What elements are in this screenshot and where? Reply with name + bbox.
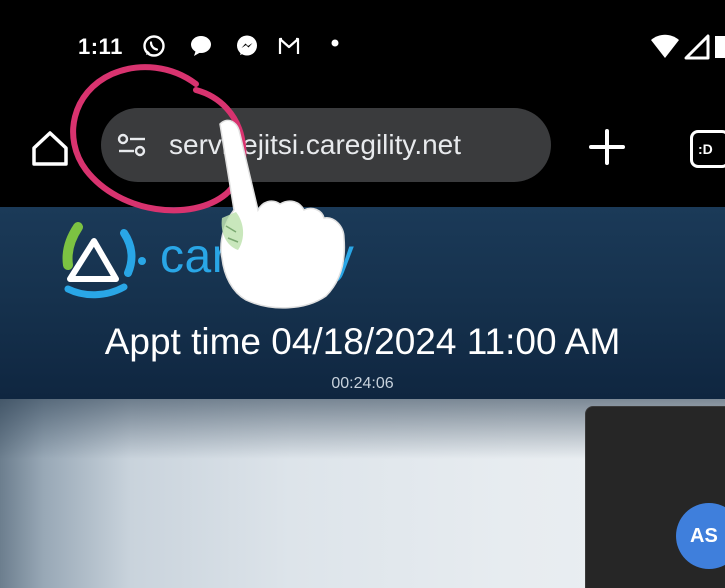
avatar: AS — [676, 503, 725, 569]
browser-toolbar: servicejitsi.caregility.net :D — [0, 90, 725, 207]
url-text[interactable]: servicejitsi.caregility.net — [169, 129, 461, 161]
tune-icon[interactable] — [117, 133, 147, 157]
url-bar[interactable]: servicejitsi.caregility.net — [101, 108, 551, 182]
appointment-time: Appt time 04/18/2024 11:00 AM — [104, 321, 621, 362]
page-header: caregility Appt time 04/18/2024 11:00 AM… — [0, 207, 725, 399]
battery-icon — [713, 34, 725, 60]
chat-bubble-icon — [189, 34, 213, 58]
messenger-icon — [235, 34, 259, 58]
logo-text: caregility — [160, 230, 355, 283]
status-bar: 1:11 — [0, 0, 725, 90]
signal-icon — [684, 34, 710, 60]
gmail-icon — [277, 34, 301, 58]
notification-dot-icon — [330, 38, 340, 48]
wifi-icon — [650, 34, 680, 60]
self-video-tile[interactable]: AS — [585, 406, 725, 588]
whatsapp-icon — [142, 34, 166, 58]
status-time: 1:11 — [78, 34, 123, 59]
home-icon[interactable] — [30, 128, 70, 168]
caregility-logo-icon — [48, 217, 148, 305]
call-timer: 00:24:06 — [331, 375, 394, 392]
phone-screen: 1:11 servicejitsi.caregility.net:D care… — [0, 0, 725, 588]
plus-icon[interactable] — [586, 126, 628, 168]
tabs-button[interactable]: :D — [690, 130, 725, 168]
